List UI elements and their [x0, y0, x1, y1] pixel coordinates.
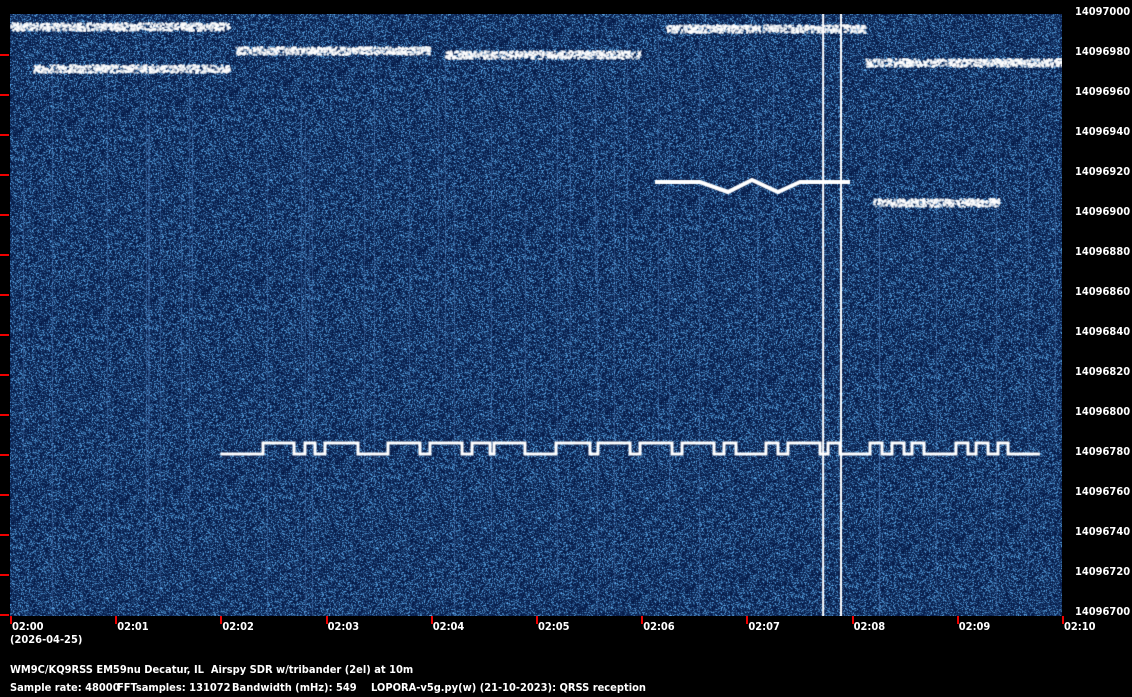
y-tick-label: 14096700 [1075, 605, 1131, 618]
x-tick-label: 02:10 [1064, 620, 1096, 633]
bandwidth: Bandwidth (mHz): 549 [232, 681, 357, 694]
waterfall-spectrogram [10, 14, 1062, 616]
y-tick-left [0, 414, 9, 416]
y-tick-left [0, 614, 9, 616]
x-tick-label: 02:07 [748, 620, 780, 633]
x-tick-label: 02:08 [853, 620, 886, 633]
y-tick-label: 14096760 [1075, 485, 1131, 498]
y-tick-label: 14096720 [1075, 565, 1131, 578]
x-tick-label: 02:04 [432, 620, 465, 633]
y-tick-label: 14096900 [1075, 205, 1131, 218]
y-tick-label: 14096960 [1075, 85, 1131, 98]
sample-rate: Sample rate: 48000 [10, 681, 120, 694]
y-tick-left [0, 294, 9, 296]
y-tick-left [0, 374, 9, 376]
y-tick-left [0, 94, 9, 96]
y-tick-left [0, 54, 9, 56]
x-tick-label: 02:05 [538, 620, 570, 633]
x-tick-label: 02:02 [222, 620, 254, 633]
y-tick-label: 14096780 [1075, 445, 1131, 458]
y-tick-label: 14096740 [1075, 525, 1131, 538]
y-tick-label: 14096820 [1075, 365, 1131, 378]
y-tick-left [0, 254, 9, 256]
y-tick-left [0, 134, 9, 136]
y-tick-left [0, 334, 9, 336]
y-tick-label: 14096860 [1075, 285, 1131, 298]
y-tick-label: 14096840 [1075, 325, 1131, 338]
y-tick-left [0, 214, 9, 216]
y-tick-label: 14096980 [1075, 45, 1131, 58]
x-tick-label: 02:06 [643, 620, 675, 633]
software-version: LOPORA-v5g.py(w) (21-10-2023): QRSS rece… [371, 681, 646, 694]
y-tick-label: 14096880 [1075, 245, 1131, 258]
y-tick-label: 14096800 [1075, 405, 1131, 418]
y-tick-left [0, 494, 9, 496]
y-tick-left [0, 174, 9, 176]
y-tick-left [0, 574, 9, 576]
x-tick-label: 02:09 [958, 620, 991, 633]
date-label: (2026-04-25) [10, 633, 83, 646]
qrss-grabber: 14097000 14096980 14096960 14096940 14096920… [0, 0, 1132, 697]
x-tick-label: 02:03 [327, 620, 360, 633]
x-tick-label: 02:01 [117, 620, 149, 633]
x-tick-label: 02:00 [12, 620, 44, 633]
y-tick-left [0, 534, 9, 536]
station-info: WM9C/KQ9RSS EM59nu Decatur, IL Airspy SD… [10, 663, 414, 676]
fft-samples: FFTsamples: 131072 [117, 681, 231, 694]
y-tick-left [0, 454, 9, 456]
y-tick-label: 14096920 [1075, 165, 1131, 178]
y-tick-label: 14096940 [1075, 125, 1131, 138]
y-tick-label: 14097000 [1075, 5, 1131, 18]
